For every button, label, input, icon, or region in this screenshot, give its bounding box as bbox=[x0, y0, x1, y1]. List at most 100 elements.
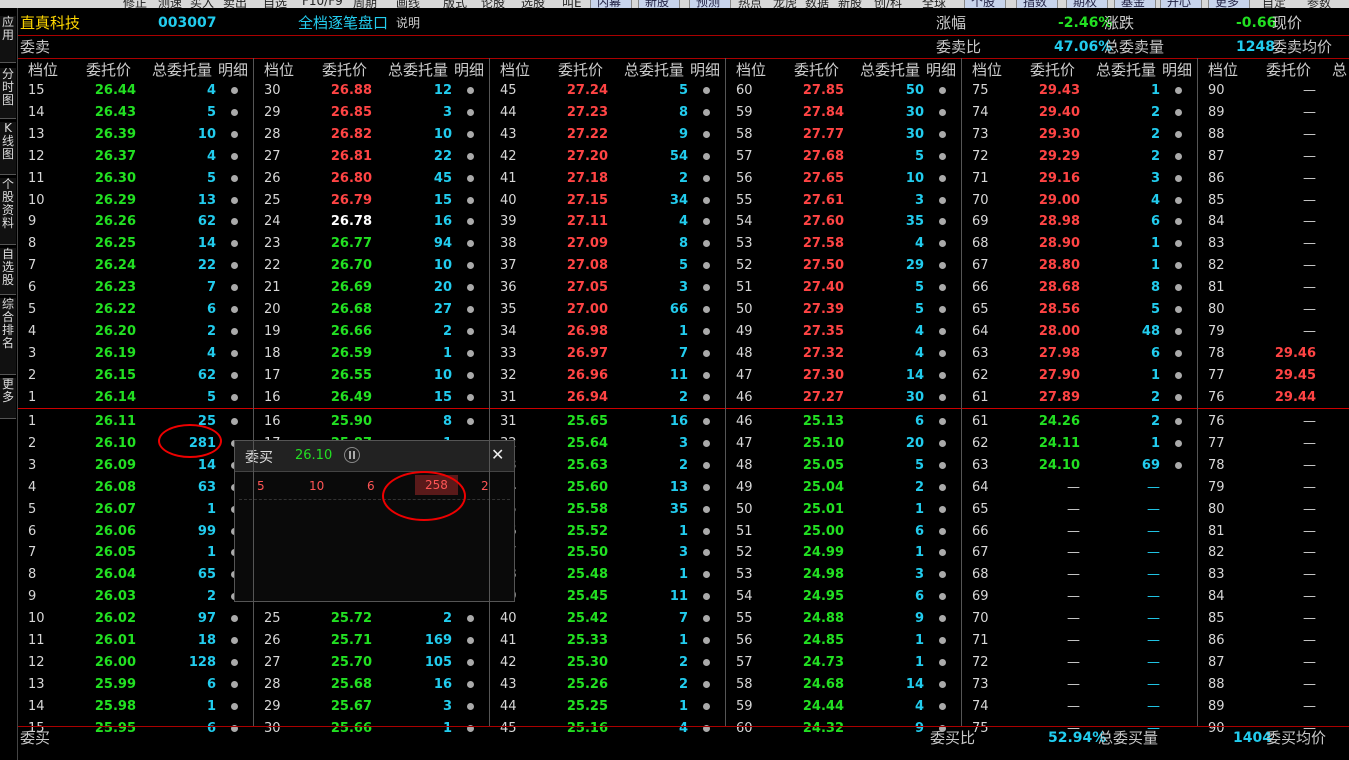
order-detail-icon[interactable] bbox=[1175, 131, 1182, 138]
pause-icon[interactable] bbox=[344, 447, 360, 463]
order-detail-icon[interactable] bbox=[703, 593, 710, 600]
toolbar-button[interactable]: 更多 bbox=[1208, 0, 1250, 8]
order-detail-icon[interactable] bbox=[467, 240, 474, 247]
order-detail-icon[interactable] bbox=[231, 240, 238, 247]
order-detail-icon[interactable] bbox=[703, 350, 710, 357]
order-detail-icon[interactable] bbox=[1175, 240, 1182, 247]
order-detail-icon[interactable] bbox=[939, 328, 946, 335]
order-detail-icon[interactable] bbox=[703, 284, 710, 291]
order-detail-icon[interactable] bbox=[703, 462, 710, 469]
order-detail-icon[interactable] bbox=[939, 372, 946, 379]
order-detail-icon[interactable] bbox=[467, 153, 474, 160]
toolbar-item[interactable]: 周期 bbox=[353, 0, 377, 8]
order-detail-icon[interactable] bbox=[703, 240, 710, 247]
order-detail-icon[interactable] bbox=[939, 175, 946, 182]
order-detail-icon[interactable] bbox=[231, 262, 238, 269]
order-detail-icon[interactable] bbox=[231, 703, 238, 710]
sidebar-item[interactable]: 更多 bbox=[0, 378, 16, 419]
order-detail-icon[interactable] bbox=[939, 462, 946, 469]
order-detail-icon[interactable] bbox=[467, 681, 474, 688]
sidebar-item[interactable]: K线图 bbox=[0, 122, 16, 175]
toolbar-item[interactable]: 自选 bbox=[263, 0, 287, 8]
order-detail-icon[interactable] bbox=[231, 284, 238, 291]
order-detail-icon[interactable] bbox=[939, 681, 946, 688]
order-detail-icon[interactable] bbox=[703, 262, 710, 269]
order-detail-icon[interactable] bbox=[1175, 306, 1182, 313]
order-detail-icon[interactable] bbox=[467, 418, 474, 425]
order-detail-icon[interactable] bbox=[703, 615, 710, 622]
order-detail-icon[interactable] bbox=[231, 306, 238, 313]
order-detail-icon[interactable] bbox=[939, 528, 946, 535]
order-detail-icon[interactable] bbox=[939, 571, 946, 578]
order-detail-icon[interactable] bbox=[467, 262, 474, 269]
order-detail-icon[interactable] bbox=[1175, 440, 1182, 447]
order-detail-icon[interactable] bbox=[939, 593, 946, 600]
order-detail-icon[interactable] bbox=[703, 372, 710, 379]
order-detail-icon[interactable] bbox=[1175, 284, 1182, 291]
order-detail-icon[interactable] bbox=[939, 637, 946, 644]
order-detail-icon[interactable] bbox=[467, 394, 474, 401]
order-detail-icon[interactable] bbox=[939, 306, 946, 313]
order-detail-icon[interactable] bbox=[1175, 328, 1182, 335]
order-detail-icon[interactable] bbox=[467, 350, 474, 357]
order-detail-icon[interactable] bbox=[467, 703, 474, 710]
order-detail-icon[interactable] bbox=[467, 328, 474, 335]
order-detail-icon[interactable] bbox=[703, 87, 710, 94]
order-detail-icon[interactable] bbox=[1175, 262, 1182, 269]
toolbar-item[interactable]: 数据 bbox=[805, 0, 829, 8]
toolbar-item[interactable]: 自定 bbox=[1262, 0, 1286, 8]
order-detail-icon[interactable] bbox=[703, 131, 710, 138]
order-detail-icon[interactable] bbox=[1175, 87, 1182, 94]
order-detail-icon[interactable] bbox=[1175, 153, 1182, 160]
order-detail-icon[interactable] bbox=[467, 306, 474, 313]
order-detail-icon[interactable] bbox=[231, 218, 238, 225]
close-icon[interactable]: ✕ bbox=[491, 445, 504, 464]
order-detail-icon[interactable] bbox=[467, 615, 474, 622]
order-detail-icon[interactable] bbox=[231, 615, 238, 622]
toolbar-item[interactable]: F10/F9 bbox=[302, 0, 343, 8]
toolbar-item[interactable]: 测速 bbox=[158, 0, 182, 8]
order-detail-icon[interactable] bbox=[1175, 109, 1182, 116]
order-detail-icon[interactable] bbox=[703, 418, 710, 425]
order-detail-icon[interactable] bbox=[939, 197, 946, 204]
order-detail-icon[interactable] bbox=[939, 440, 946, 447]
sidebar-item[interactable]: 分时图 bbox=[0, 68, 16, 119]
order-detail-icon[interactable] bbox=[703, 659, 710, 666]
order-detail-icon[interactable] bbox=[939, 703, 946, 710]
order-detail-icon[interactable] bbox=[703, 440, 710, 447]
order-detail-icon[interactable] bbox=[703, 506, 710, 513]
order-detail-icon[interactable] bbox=[939, 549, 946, 556]
order-detail-icon[interactable] bbox=[939, 153, 946, 160]
toolbar-button[interactable]: 开心 bbox=[1160, 0, 1202, 8]
toolbar-item[interactable]: 论股 bbox=[481, 0, 505, 8]
order-detail-icon[interactable] bbox=[703, 218, 710, 225]
order-detail-icon[interactable] bbox=[1175, 350, 1182, 357]
order-detail-icon[interactable] bbox=[703, 484, 710, 491]
order-detail-icon[interactable] bbox=[231, 418, 238, 425]
order-detail-icon[interactable] bbox=[939, 659, 946, 666]
order-detail-icon[interactable] bbox=[939, 284, 946, 291]
order-detail-icon[interactable] bbox=[703, 703, 710, 710]
order-detail-icon[interactable] bbox=[703, 549, 710, 556]
order-detail-icon[interactable] bbox=[231, 681, 238, 688]
order-detail-icon[interactable] bbox=[467, 637, 474, 644]
order-detail-icon[interactable] bbox=[1175, 197, 1182, 204]
order-detail-icon[interactable] bbox=[703, 637, 710, 644]
order-detail-icon[interactable] bbox=[467, 659, 474, 666]
toolbar-item[interactable]: 修正 bbox=[123, 0, 147, 8]
toolbar-item[interactable]: 选股 bbox=[521, 0, 545, 8]
order-detail-icon[interactable] bbox=[231, 372, 238, 379]
order-detail-icon[interactable] bbox=[467, 372, 474, 379]
order-detail-icon[interactable] bbox=[703, 681, 710, 688]
order-detail-icon[interactable] bbox=[703, 197, 710, 204]
sidebar-item[interactable]: 应用 bbox=[0, 16, 16, 63]
order-detail-icon[interactable] bbox=[231, 197, 238, 204]
sidebar-item[interactable]: 自选股 bbox=[0, 248, 16, 295]
toolbar-item[interactable]: 买入 bbox=[190, 0, 214, 8]
order-detail-icon[interactable] bbox=[231, 659, 238, 666]
order-detail-icon[interactable] bbox=[939, 394, 946, 401]
order-detail-icon[interactable] bbox=[1175, 462, 1182, 469]
toolbar-item[interactable]: 热点 bbox=[738, 0, 762, 8]
order-detail-icon[interactable] bbox=[231, 87, 238, 94]
sidebar-item[interactable]: 个股资料 bbox=[0, 178, 16, 245]
